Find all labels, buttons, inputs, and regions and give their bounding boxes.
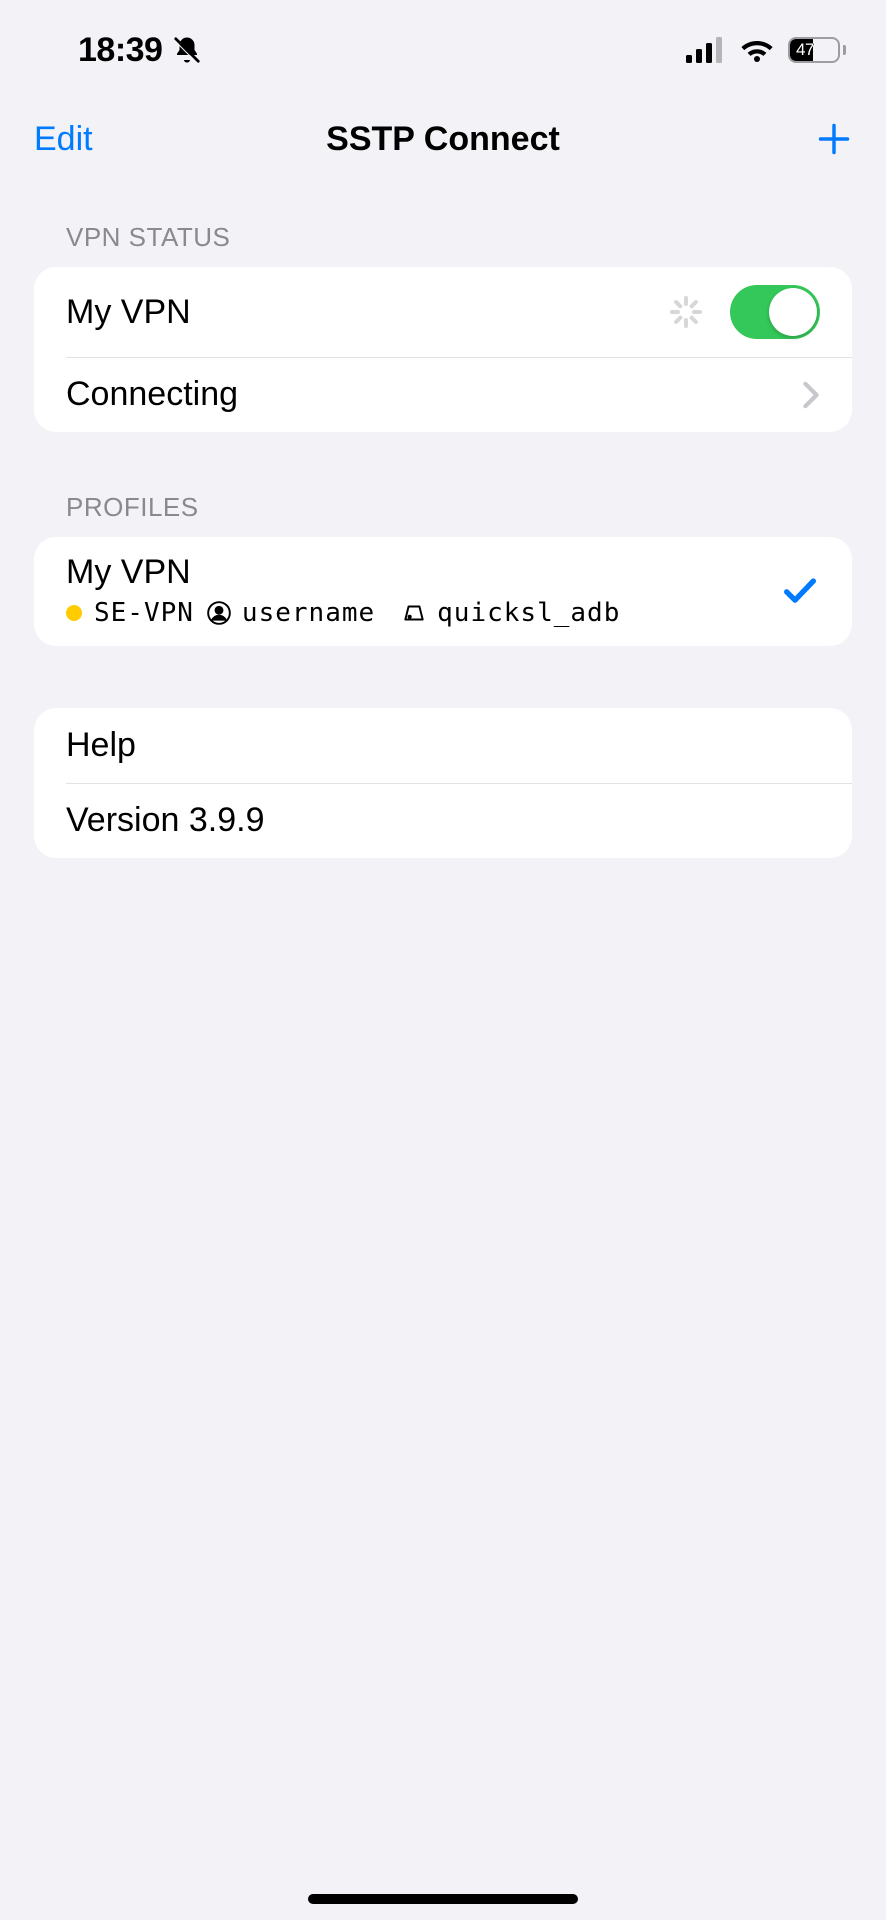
status-left: 18:39 — [78, 31, 202, 70]
edit-button[interactable]: Edit — [34, 120, 93, 159]
status-time: 18:39 — [78, 31, 162, 70]
checkmark-icon — [780, 571, 820, 611]
profiles-header: PROFILES — [34, 492, 852, 523]
vpn-state-label: Connecting — [66, 375, 802, 414]
vpn-toggle[interactable] — [730, 285, 820, 339]
bell-slash-icon — [172, 35, 202, 65]
info-group: Help Version 3.9.9 — [34, 708, 852, 858]
profile-server: quicksl_adb — [437, 598, 620, 628]
profile-protocol: SE-VPN — [94, 598, 194, 628]
info-section: Help Version 3.9.9 — [0, 708, 886, 858]
chevron-right-icon — [802, 381, 820, 409]
status-dot-icon — [66, 605, 82, 621]
server-icon — [401, 600, 427, 626]
add-button[interactable] — [812, 117, 856, 161]
status-right: 47 — [686, 37, 846, 63]
status-bar: 18:39 47 — [0, 0, 886, 100]
vpn-status-header: VPN STATUS — [34, 222, 852, 253]
vpn-status-section: VPN STATUS My VPN Connecting — [0, 222, 886, 432]
plus-icon — [816, 121, 852, 157]
profiles-section: PROFILES My VPN SE-VPN username — [0, 492, 886, 646]
vpn-state-row[interactable]: Connecting — [34, 357, 852, 432]
profiles-group: My VPN SE-VPN username — [34, 537, 852, 646]
version-label: Version 3.9.9 — [66, 801, 820, 840]
battery-percent: 47 — [790, 39, 838, 61]
profile-details: SE-VPN username — [66, 598, 780, 628]
profile-username: username — [242, 598, 375, 628]
home-indicator — [308, 1894, 578, 1904]
vpn-toggle-row: My VPN — [34, 267, 852, 357]
user-icon — [206, 600, 232, 626]
battery-indicator: 47 — [788, 37, 846, 63]
page-title: SSTP Connect — [0, 120, 886, 159]
wifi-icon — [740, 37, 774, 63]
vpn-status-group: My VPN Connecting — [34, 267, 852, 432]
spinner-icon — [666, 294, 702, 330]
help-row[interactable]: Help — [34, 708, 852, 783]
profile-name-label: My VPN — [66, 553, 780, 592]
nav-bar: Edit SSTP Connect — [0, 100, 886, 178]
cellular-signal-icon — [686, 37, 726, 63]
version-row: Version 3.9.9 — [34, 783, 852, 858]
vpn-name-label: My VPN — [66, 293, 666, 332]
profile-row[interactable]: My VPN SE-VPN username — [34, 537, 852, 646]
help-label: Help — [66, 726, 820, 765]
